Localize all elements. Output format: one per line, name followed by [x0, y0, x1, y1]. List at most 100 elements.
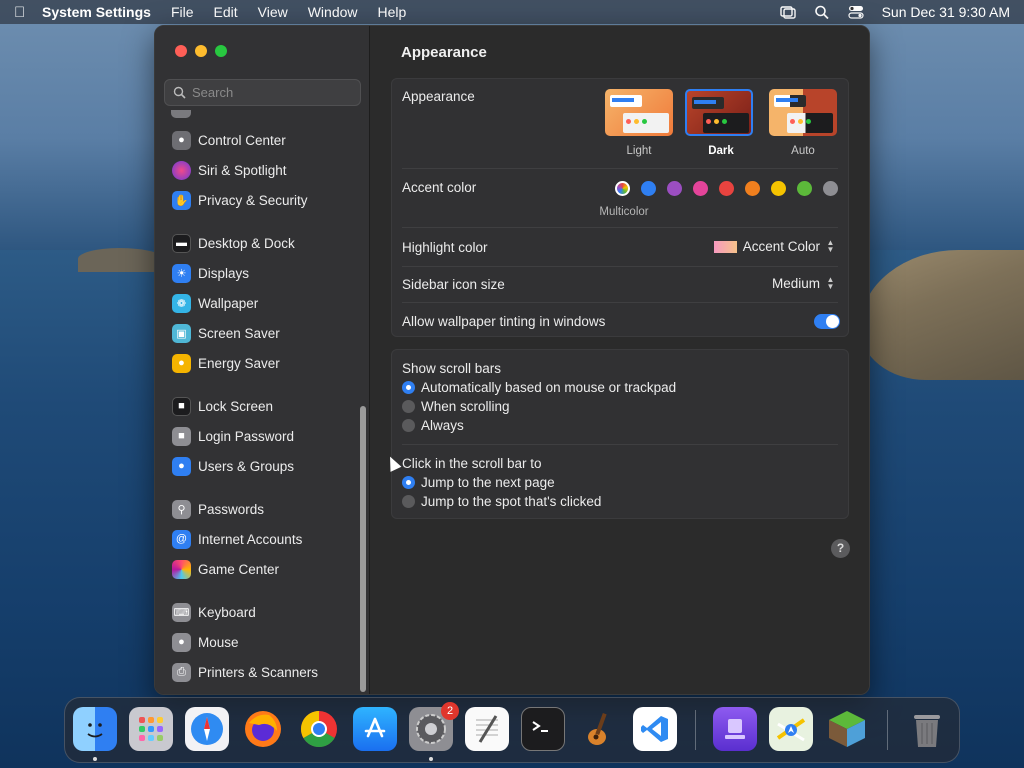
safari-icon[interactable] — [185, 707, 229, 751]
sidebar-item-login-password[interactable]: ■ Login Password — [172, 424, 294, 448]
sidebar-scrollbar[interactable] — [360, 406, 366, 692]
partial-sidebar-icon — [171, 110, 191, 118]
dock-icon: ▬ — [172, 233, 191, 253]
firefox-icon[interactable] — [241, 707, 285, 751]
wallpaper-tinting-toggle[interactable] — [814, 314, 840, 329]
textedit-icon[interactable] — [465, 707, 509, 751]
sidebar-item-internet-accounts[interactable]: @ Internet Accounts — [172, 527, 302, 551]
key-icon: ⚲ — [172, 499, 191, 519]
highlight-color-popup[interactable]: Accent Color ▲ ▼ — [713, 239, 836, 254]
appearance-auto-option[interactable] — [769, 89, 837, 136]
sidebar-icon-size-value: Medium — [771, 276, 820, 291]
radio-automatic[interactable] — [402, 381, 415, 394]
radio-automatic-label: Automatically based on mouse or trackpad — [421, 380, 677, 395]
sidebar-item-control-center[interactable]: ● Control Center — [172, 128, 286, 152]
app-store-icon[interactable] — [353, 707, 397, 751]
menu-edit[interactable]: Edit — [214, 4, 238, 20]
menu-file[interactable]: File — [171, 4, 194, 20]
accent-red-swatch[interactable] — [719, 181, 734, 196]
accent-orange-swatch[interactable] — [745, 181, 760, 196]
menu-clock[interactable]: Sun Dec 31 9:30 AM — [882, 4, 1010, 20]
window-controls — [175, 45, 227, 57]
accent-blue-swatch[interactable] — [641, 181, 656, 196]
sidebar-item-lock-screen[interactable]: ■ Lock Screen — [172, 394, 273, 418]
sidebar-item-game-center[interactable]: Game Center — [172, 557, 279, 581]
accent-pink-swatch[interactable] — [693, 181, 708, 196]
sidebar-item-label: Screen Saver — [198, 325, 280, 341]
radio-when-scrolling-label: When scrolling — [421, 399, 510, 414]
notification-badge: 2 — [441, 702, 459, 720]
screen-mirroring-icon[interactable] — [779, 5, 796, 19]
apple-menu-icon[interactable]:  — [14, 4, 40, 21]
dock-separator — [887, 710, 888, 750]
radio-always-label: Always — [421, 418, 464, 433]
sidebar-item-printers-scanners[interactable]: ⎙ Printers & Scanners — [172, 660, 318, 684]
menu-window[interactable]: Window — [308, 4, 358, 20]
radio-jump-spot[interactable] — [402, 495, 415, 508]
divider — [402, 168, 838, 169]
sidebar-item-energy-saver[interactable]: ● Energy Saver — [172, 351, 280, 375]
sidebar-item-wallpaper[interactable]: ❁ Wallpaper — [172, 291, 258, 315]
accent-graphite-swatch[interactable] — [823, 181, 838, 196]
accent-purple-swatch[interactable] — [667, 181, 682, 196]
radio-always[interactable] — [402, 419, 415, 432]
menu-help[interactable]: Help — [378, 4, 407, 20]
flower-icon: ❁ — [172, 293, 191, 313]
accent-yellow-swatch[interactable] — [771, 181, 786, 196]
menu-view[interactable]: View — [258, 4, 288, 20]
sidebar-item-displays[interactable]: ☀ Displays — [172, 261, 249, 285]
apple-configurator-icon[interactable] — [713, 707, 757, 751]
radio-when-scrolling[interactable] — [402, 400, 415, 413]
sidebar-icon-size-label: Sidebar icon size — [402, 277, 505, 292]
control-center-icon[interactable] — [847, 5, 864, 19]
accent-color-label: Accent color — [402, 180, 477, 195]
chrome-icon[interactable] — [297, 707, 341, 751]
appearance-dark-option[interactable] — [685, 89, 753, 136]
search-input[interactable] — [192, 85, 352, 100]
hand-icon: ✋ — [172, 190, 191, 210]
sidebar-item-label: Siri & Spotlight — [198, 162, 287, 178]
sidebar-item-label: Internet Accounts — [198, 531, 303, 547]
sidebar-item-siri-spotlight[interactable]: Siri & Spotlight — [172, 158, 287, 182]
divider — [402, 302, 838, 303]
sidebar-item-screen-saver[interactable]: ▣ Screen Saver — [172, 321, 280, 345]
accent-multicolor-swatch[interactable] — [615, 181, 630, 196]
sidebar-item-users-groups[interactable]: ● Users & Groups — [172, 454, 294, 478]
appearance-light-option[interactable] — [605, 89, 673, 136]
trash-icon[interactable] — [905, 707, 949, 751]
accent-green-swatch[interactable] — [797, 181, 812, 196]
printer-icon: ⎙ — [172, 662, 191, 682]
dock-separator — [695, 710, 696, 750]
sidebar-item-keyboard[interactable]: ⌨ Keyboard — [172, 600, 256, 624]
system-settings-icon[interactable]: 2 — [409, 702, 459, 751]
zoom-button[interactable] — [215, 45, 227, 57]
sidebar-item-mouse[interactable]: ● Mouse — [172, 630, 239, 654]
sidebar-search[interactable] — [164, 79, 361, 106]
garageband-icon[interactable] — [577, 707, 621, 751]
appearance-label: Appearance — [402, 89, 475, 104]
appearance-light-label: Light — [626, 145, 652, 157]
launchpad-icon[interactable] — [129, 707, 173, 751]
vscode-icon[interactable] — [633, 707, 677, 751]
sidebar-item-passwords[interactable]: ⚲ Passwords — [172, 497, 264, 521]
radio-jump-next-page[interactable] — [402, 476, 415, 489]
sidebar-item-label: Displays — [198, 265, 250, 281]
help-button[interactable]: ? — [831, 539, 850, 558]
sidebar-icon-size-popup[interactable]: Medium ▲ ▼ — [771, 276, 836, 292]
minecraft-icon[interactable] — [825, 707, 869, 751]
app-menu[interactable]: System Settings — [42, 4, 151, 20]
minimize-button[interactable] — [195, 45, 207, 57]
spotlight-search-icon[interactable] — [814, 5, 830, 20]
terminal-icon[interactable] — [521, 707, 565, 751]
show-scroll-bars-label: Show scroll bars — [402, 361, 502, 376]
sidebar-item-desktop-dock[interactable]: ▬ Desktop & Dock — [172, 231, 295, 255]
sidebar-item-privacy-security[interactable]: ✋ Privacy & Security — [172, 188, 308, 212]
system-settings-window: ● Control Center Siri & Spotlight ✋ Priv… — [154, 25, 870, 695]
close-button[interactable] — [175, 45, 187, 57]
divider — [402, 227, 838, 228]
finder-icon[interactable] — [73, 707, 117, 751]
maps-icon[interactable] — [769, 707, 813, 751]
sidebar-item-label: Users & Groups — [198, 458, 295, 474]
running-indicator — [429, 757, 433, 761]
running-indicator — [93, 757, 97, 761]
